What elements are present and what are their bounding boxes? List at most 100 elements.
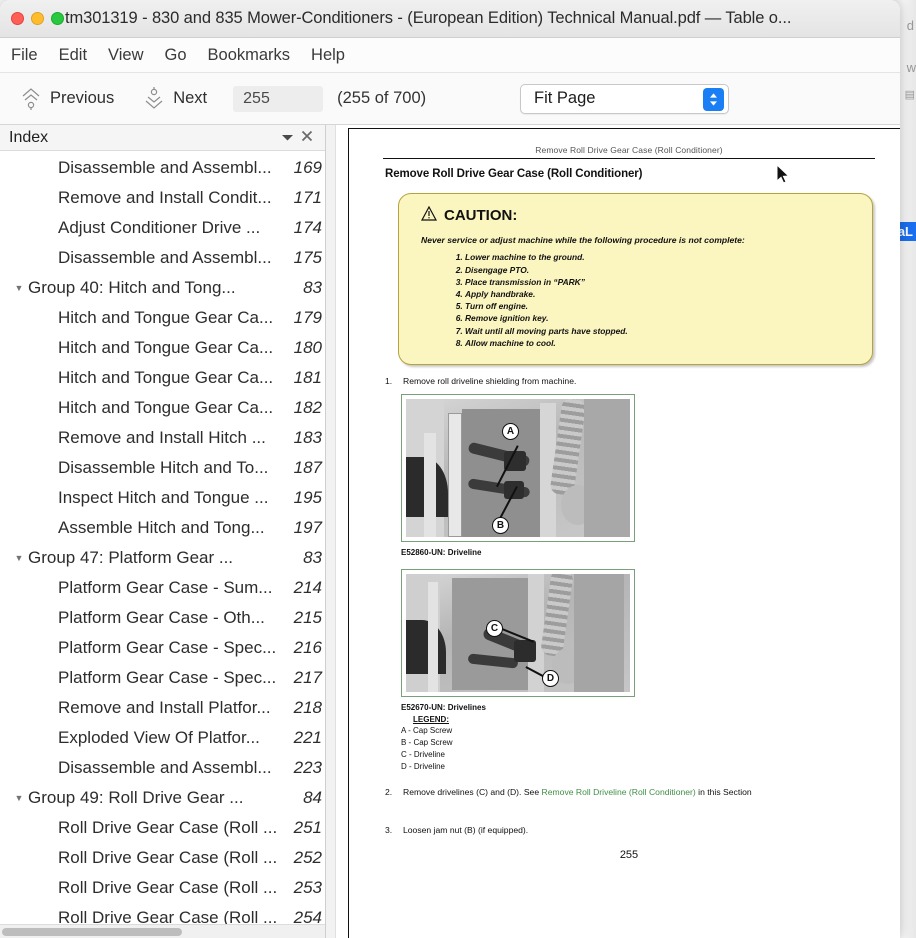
index-item-label: Group 47: Platform Gear ... bbox=[28, 548, 234, 567]
mouse-cursor bbox=[776, 164, 790, 184]
index-item[interactable]: Hitch and Tongue Gear Ca... 179 bbox=[0, 303, 325, 333]
chevron-down-icon[interactable]: ▼ bbox=[10, 793, 28, 803]
page-number-input[interactable] bbox=[233, 85, 324, 112]
index-item[interactable]: ▼ Group 40: Hitch and Tong... 83 bbox=[0, 273, 325, 303]
window-titlebar: tm301319 - 830 and 835 Mower-Conditioner… bbox=[0, 0, 900, 38]
menu-file[interactable]: File bbox=[9, 45, 40, 66]
legend-item: C - Driveline bbox=[401, 749, 446, 759]
close-window-button[interactable] bbox=[11, 12, 24, 25]
index-item-label: Disassemble and Assembl... bbox=[58, 758, 272, 777]
index-item[interactable]: Platform Gear Case - Oth... 215 bbox=[0, 603, 325, 633]
index-item[interactable]: Hitch and Tongue Gear Ca... 182 bbox=[0, 393, 325, 423]
index-item[interactable]: Disassemble and Assembl... 223 bbox=[0, 753, 325, 783]
menu-edit[interactable]: Edit bbox=[57, 45, 89, 66]
index-tree[interactable]: Disassemble and Assembl... 169 Remove and … bbox=[0, 151, 325, 924]
figure-2-photo: C D bbox=[406, 573, 630, 692]
index-sidebar-header: Index bbox=[0, 125, 325, 151]
index-item[interactable]: ▼ Group 49: Roll Drive Gear ... 84 bbox=[0, 783, 325, 813]
caution-lead-text: Never service or adjust machine while th… bbox=[421, 235, 745, 246]
index-item[interactable]: Remove and Install Platfor... 218 bbox=[0, 693, 325, 723]
index-item[interactable]: Roll Drive Gear Case (Roll ... 251 bbox=[0, 813, 325, 843]
document-view[interactable]: Remove Roll Drive Gear Case (Roll Condit… bbox=[336, 125, 900, 938]
index-item[interactable]: Roll Drive Gear Case (Roll ... 253 bbox=[0, 873, 325, 903]
pdf-page: Remove Roll Drive Gear Case (Roll Condit… bbox=[348, 128, 900, 938]
chevron-down-icon[interactable]: ▼ bbox=[10, 553, 28, 563]
index-item[interactable]: Inspect Hitch and Tongue ... 195 bbox=[0, 483, 325, 513]
cross-reference-link[interactable]: Remove Roll Driveline (Roll Conditioner) bbox=[542, 787, 696, 797]
index-item-label: Hitch and Tongue Gear Ca... bbox=[58, 338, 274, 357]
page-running-head: Remove Roll Drive Gear Case (Roll Condit… bbox=[535, 145, 723, 155]
menu-bar: File Edit View Go Bookmarks Help bbox=[0, 38, 900, 73]
menu-bookmarks[interactable]: Bookmarks bbox=[206, 45, 293, 66]
index-item-page: 253 bbox=[293, 878, 322, 897]
zoom-level-select[interactable]: Fit Page bbox=[520, 83, 729, 114]
index-item[interactable]: Disassemble and Assembl... 175 bbox=[0, 243, 325, 273]
index-item-label: Platform Gear Case - Sum... bbox=[58, 578, 273, 597]
index-item[interactable]: Roll Drive Gear Case (Roll ... 254 bbox=[0, 903, 325, 924]
index-item[interactable]: Hitch and Tongue Gear Ca... 181 bbox=[0, 363, 325, 393]
step-text: Remove roll driveline shielding from mac… bbox=[403, 375, 577, 386]
sidebar-horizontal-scrollbar[interactable] bbox=[0, 924, 325, 938]
toolbar: Previous Next (255 of 700) Fit Page bbox=[0, 73, 900, 125]
index-item[interactable]: Platform Gear Case - Spec... 217 bbox=[0, 663, 325, 693]
index-item-label: Remove and Install Platfor... bbox=[58, 698, 271, 717]
maximize-window-button[interactable] bbox=[51, 12, 64, 25]
index-item-label: Adjust Conditioner Drive ... bbox=[58, 218, 261, 237]
document-vertical-scrollbar[interactable] bbox=[326, 125, 336, 938]
menu-help[interactable]: Help bbox=[309, 45, 347, 66]
caution-step: Allow machine to cool. bbox=[465, 338, 856, 348]
index-item-label: Platform Gear Case - Spec... bbox=[58, 638, 277, 657]
index-sidebar: Index Disassemble and Assembl... 169 Remov… bbox=[0, 125, 326, 938]
window-title: tm301319 - 830 and 835 Mower-Conditioner… bbox=[65, 9, 792, 27]
background-text-fragment: d bbox=[906, 18, 914, 33]
index-item[interactable]: Platform Gear Case - Sum... 214 bbox=[0, 573, 325, 603]
index-item-label: Disassemble Hitch and To... bbox=[58, 458, 269, 477]
index-item[interactable]: Adjust Conditioner Drive ... 174 bbox=[0, 213, 325, 243]
index-item-page: 214 bbox=[293, 578, 322, 597]
caution-step: Apply handbrake. bbox=[465, 289, 856, 299]
previous-page-button[interactable]: Previous bbox=[12, 82, 122, 116]
index-item-page: 174 bbox=[293, 218, 322, 237]
index-item-label: Hitch and Tongue Gear Ca... bbox=[58, 368, 274, 387]
index-item[interactable]: Roll Drive Gear Case (Roll ... 252 bbox=[0, 843, 325, 873]
minimize-window-button[interactable] bbox=[31, 12, 44, 25]
step-number: 3. bbox=[385, 824, 393, 835]
menu-view[interactable]: View bbox=[106, 45, 145, 66]
figure-callout-b: B bbox=[492, 516, 509, 534]
index-item-label: Roll Drive Gear Case (Roll ... bbox=[58, 848, 278, 867]
caution-step: Place transmission in “PARK” bbox=[465, 277, 856, 287]
index-item-page: 223 bbox=[293, 758, 322, 777]
index-item[interactable]: Remove and Install Hitch ... 183 bbox=[0, 423, 325, 453]
close-icon[interactable] bbox=[297, 129, 317, 147]
index-item[interactable]: Disassemble Hitch and To... 187 bbox=[0, 453, 325, 483]
index-item[interactable]: Platform Gear Case - Spec... 216 bbox=[0, 633, 325, 663]
figure-2-wrapper: C D E52670-UN: Drivelines LEGEND: A - Ca… bbox=[401, 568, 900, 771]
index-item[interactable]: ▼ Group 47: Platform Gear ... 83 bbox=[0, 543, 325, 573]
next-page-label: Next bbox=[173, 89, 208, 107]
caution-step-list: Lower machine to the ground. Disengage P… bbox=[421, 252, 856, 347]
window-controls[interactable] bbox=[0, 12, 64, 25]
next-page-button[interactable]: Next bbox=[135, 82, 215, 116]
chevron-down-icon[interactable] bbox=[277, 129, 297, 147]
index-item[interactable]: Exploded View Of Platfor... 221 bbox=[0, 723, 325, 753]
index-item[interactable]: Remove and Install Condit... 171 bbox=[0, 183, 325, 213]
caution-title-row: CAUTION: bbox=[420, 206, 856, 225]
legend-item: A - Cap Screw bbox=[401, 725, 453, 735]
index-item-label: Group 49: Roll Drive Gear ... bbox=[28, 788, 244, 807]
index-item-page: 187 bbox=[293, 458, 322, 477]
index-item-label: Disassemble and Assembl... bbox=[58, 158, 272, 177]
index-item-label: Roll Drive Gear Case (Roll ... bbox=[58, 878, 278, 897]
warning-triangle-icon bbox=[420, 206, 438, 225]
chevron-down-icon[interactable]: ▼ bbox=[10, 283, 28, 293]
main-content: Index Disassemble and Assembl... 169 Remov… bbox=[0, 125, 900, 938]
index-item-page: 169 bbox=[293, 158, 322, 177]
scrollbar-thumb[interactable] bbox=[2, 928, 182, 936]
legend-item: D - Driveline bbox=[401, 761, 446, 771]
menu-go[interactable]: Go bbox=[163, 45, 189, 66]
index-item[interactable]: Hitch and Tongue Gear Ca... 180 bbox=[0, 333, 325, 363]
index-item[interactable]: Assemble Hitch and Tong... 197 bbox=[0, 513, 325, 543]
index-item-label: Roll Drive Gear Case (Roll ... bbox=[58, 908, 278, 924]
index-item[interactable]: Disassemble and Assembl... 169 bbox=[0, 153, 325, 183]
figure-1-caption: E52860-UN: Driveline bbox=[401, 547, 482, 557]
stepper-chevrons-icon[interactable] bbox=[703, 87, 724, 111]
